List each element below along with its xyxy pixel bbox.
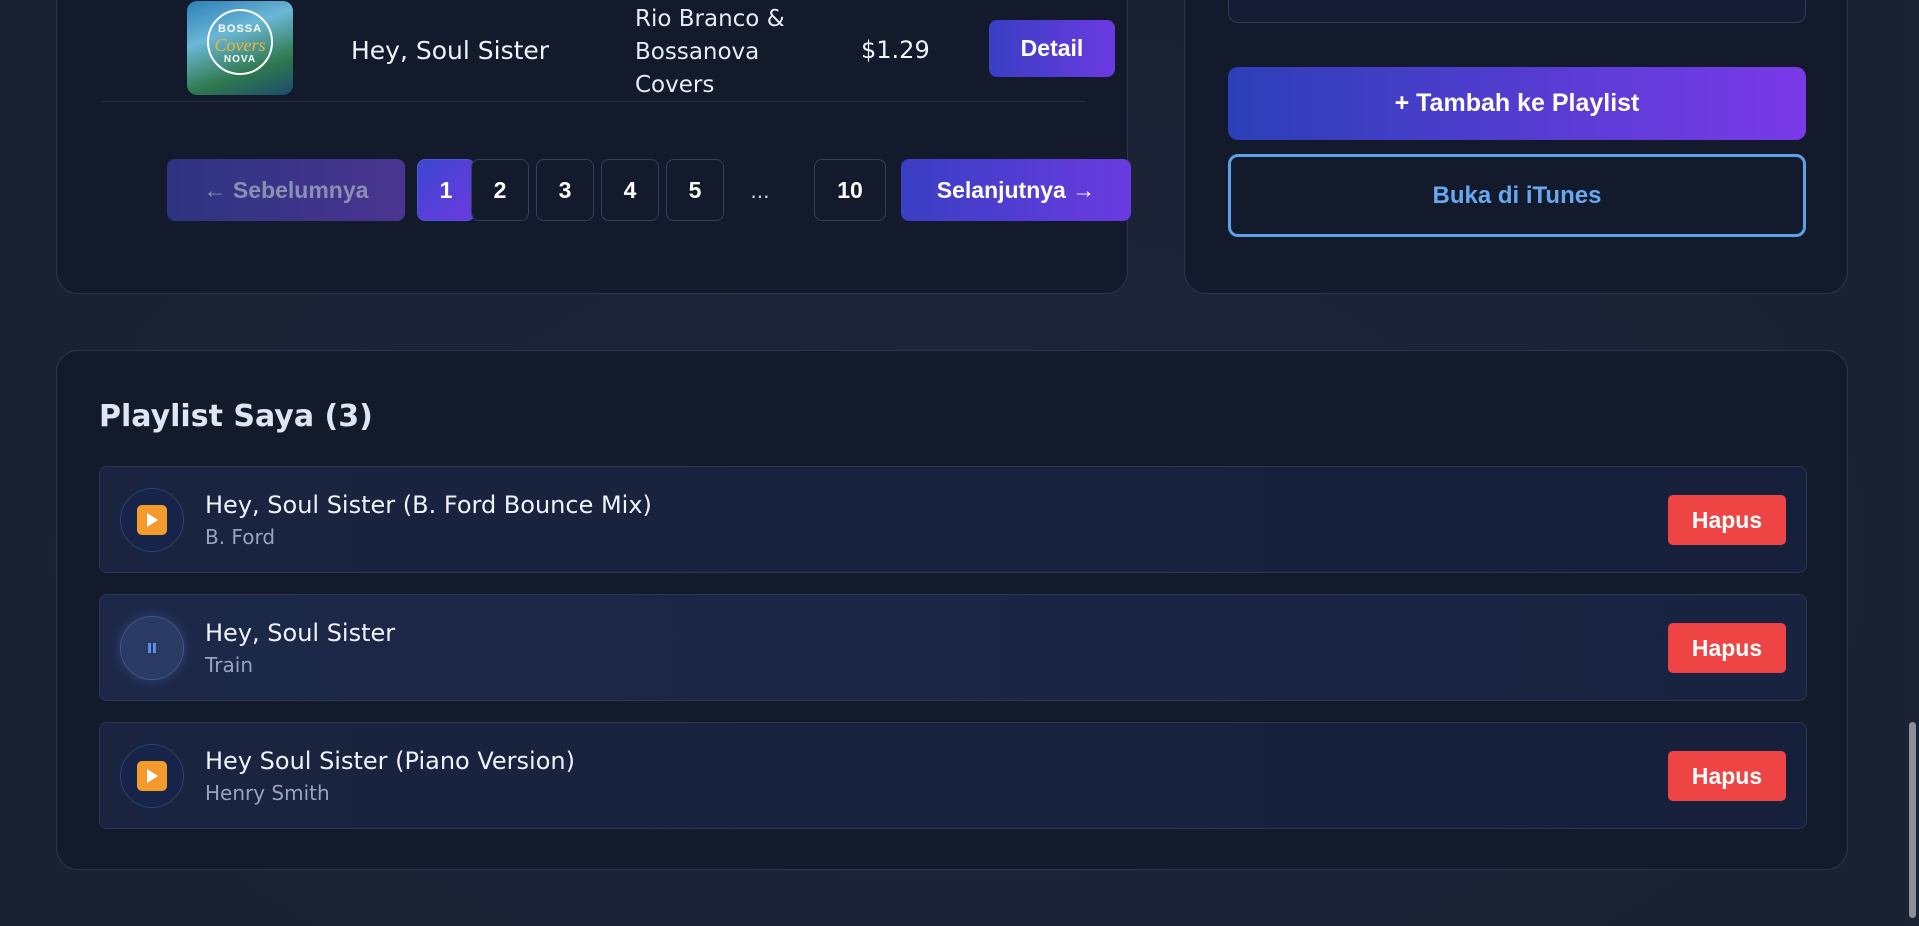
playlist-item: Hey Soul Sister (Piano Version) Henry Sm… [99,722,1807,829]
page-ellipsis: ... [750,176,770,203]
delete-button[interactable]: Hapus [1668,751,1786,801]
song-artist: Rio Branco & Bossanova Covers [635,6,785,98]
page-button-4[interactable]: 4 [601,159,659,221]
detail-button[interactable]: Detail [989,20,1115,77]
next-page-button[interactable]: Selanjutnya → [901,159,1131,221]
track-detail-panel: + Tambah ke Playlist Buka di iTunes [1184,0,1848,294]
previous-page-button[interactable]: ← Sebelumnya [167,159,405,221]
page-button-3[interactable]: 3 [536,159,594,221]
cover-text-top: BOSSA [217,23,263,35]
song-price: $1.29 [861,36,930,64]
delete-button[interactable]: Hapus [1668,495,1786,545]
cover-text-middle: Covers [214,35,266,55]
page-scrollbar[interactable] [1905,0,1919,926]
play-icon [137,761,167,791]
playlist-item-artist: Henry Smith [205,781,330,805]
play-icon [137,505,167,535]
playlist-item-title: Hey, Soul Sister (B. Ford Bounce Mix) [205,491,652,519]
cover-text-bottom: NOVA [223,54,257,65]
pause-icon [148,643,156,653]
add-to-playlist-button[interactable]: + Tambah ke Playlist [1228,67,1806,140]
detail-field [1228,0,1806,23]
song-row: BOSSA Covers NOVA Hey, Soul Sister Rio B… [101,1,1115,102]
pause-button[interactable] [120,616,184,680]
playlist-item-title: Hey, Soul Sister [205,619,396,647]
playlist-title: Playlist Saya (3) [99,399,373,434]
playlist-item: Hey, Soul Sister (B. Ford Bounce Mix) B.… [99,466,1807,573]
play-button[interactable] [120,744,184,808]
page-button-1[interactable]: 1 [417,159,475,221]
page: BOSSA Covers NOVA Hey, Soul Sister Rio B… [0,0,1919,926]
song-title: Hey, Soul Sister [351,36,550,65]
open-in-itunes-button[interactable]: Buka di iTunes [1228,154,1806,237]
playlist-item-title: Hey Soul Sister (Piano Version) [205,747,575,775]
page-button-2[interactable]: 2 [471,159,529,221]
page-button-5[interactable]: 5 [666,159,724,221]
search-results-panel: BOSSA Covers NOVA Hey, Soul Sister Rio B… [56,0,1131,294]
playlist-item-artist: Train [205,653,253,677]
playlist-item: Hey, Soul Sister Train Hapus [99,594,1807,701]
album-cover: BOSSA Covers NOVA [187,1,293,95]
page-button-10[interactable]: 10 [814,159,886,221]
scrollbar-thumb[interactable] [1909,722,1916,918]
playlist-item-artist: B. Ford [205,525,276,549]
delete-button[interactable]: Hapus [1668,623,1786,673]
playlist-panel: Playlist Saya (3) Hey, Soul Sister (B. F… [56,350,1848,870]
play-button[interactable] [120,488,184,552]
